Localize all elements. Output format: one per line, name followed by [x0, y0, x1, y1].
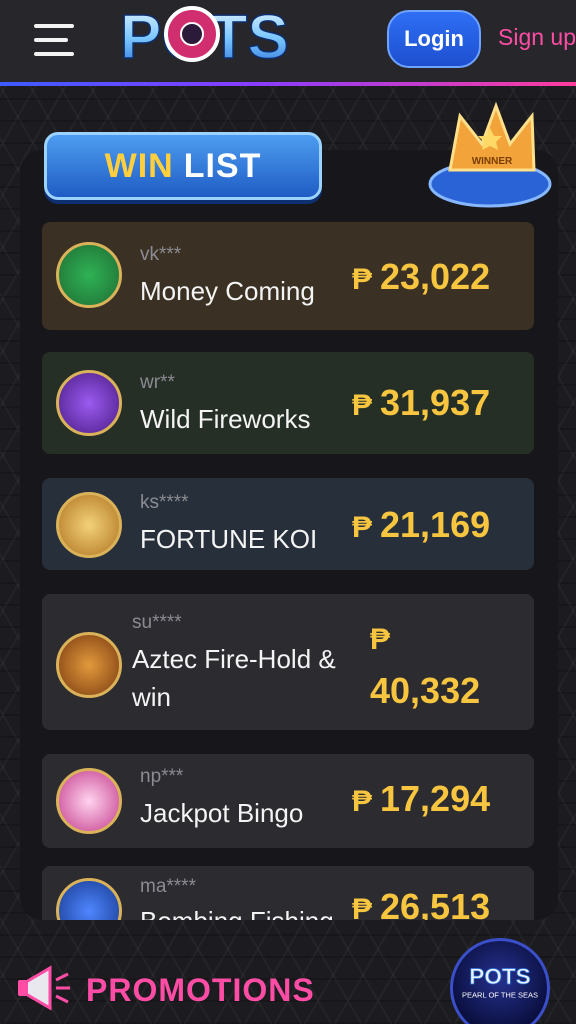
win-amount: ₱ 23,022 [352, 256, 490, 298]
game-name-line-2: win [132, 682, 172, 712]
svg-text:WINNER: WINNER [472, 156, 513, 167]
game-name-line-1: Aztec Fire-Hold & [132, 644, 336, 674]
win-list-item[interactable]: ks**** FORTUNE KOI ₱ 21,169 [42, 478, 534, 570]
signup-link[interactable]: Sign up [498, 24, 576, 51]
winner-username: vk*** [140, 244, 182, 265]
svg-text:POTS: POTS [469, 964, 530, 989]
win-amount: ₱ 17,294 [352, 778, 490, 820]
winner-username: np*** [140, 766, 184, 787]
peso-icon: ₱ [352, 511, 373, 544]
game-name: Bombing Fishing [140, 906, 334, 920]
win-list-item[interactable]: vk*** Money Coming ₱ 23,022 [42, 222, 534, 330]
win-list-clip: ma**** Bombing Fishing ₱ 26,513 [42, 866, 534, 920]
win-list-title: WIN LIST [44, 132, 322, 200]
megaphone-icon[interactable] [16, 962, 74, 1016]
winner-crown-icon: WINNER [428, 101, 552, 208]
win-amount: ₱ 31,937 [352, 382, 490, 424]
winner-username: ks**** [140, 492, 189, 513]
peso-icon: ₱ [352, 893, 373, 920]
peso-icon: ₱ [370, 623, 391, 656]
pots-logo[interactable]: POTS [118, 0, 328, 70]
money-coming-game-icon [56, 242, 122, 308]
peso-icon: ₱ [352, 785, 373, 818]
winner-username: ma**** [140, 876, 196, 897]
win-amount-currency: ₱ [370, 616, 398, 658]
footer-bar: PROMOTIONS POTS PEARL OF THE SEAS [0, 924, 576, 1024]
promotions-link[interactable]: PROMOTIONS [86, 972, 315, 1009]
peso-icon: ₱ [352, 263, 373, 296]
hamburger-menu-icon[interactable] [34, 24, 74, 56]
bombing-fishing-game-icon [56, 878, 122, 920]
win-amount-value: 23,022 [380, 256, 491, 297]
win-list-item[interactable]: np*** Jackpot Bingo ₱ 17,294 [42, 754, 534, 848]
win-amount-value: 40,332 [370, 670, 481, 711]
fortune-koi-game-icon [56, 492, 122, 558]
win-amount-value: 26,513 [380, 886, 491, 920]
game-name: Jackpot Bingo [140, 798, 304, 828]
winner-username: su**** [132, 612, 182, 633]
top-header: POTS Login Sign up [0, 0, 576, 86]
win-amount: ₱ 26,513 [352, 886, 490, 920]
jackpot-bingo-game-icon [56, 768, 122, 834]
pearl-of-the-seas-badge[interactable]: POTS PEARL OF THE SEAS [450, 938, 550, 1024]
login-button[interactable]: Login [387, 10, 481, 68]
win-list-item[interactable]: wr** Wild Fireworks ₱ 31,937 [42, 352, 534, 454]
aztec-fire-game-icon [56, 632, 122, 698]
game-name: Money Coming [140, 276, 315, 306]
svg-text:PEARL OF THE SEAS: PEARL OF THE SEAS [462, 990, 538, 999]
winner-username: wr** [140, 372, 175, 393]
peso-icon: ₱ [352, 389, 373, 422]
win-list-item[interactable]: ma**** Bombing Fishing ₱ 26,513 [42, 866, 534, 920]
win-amount-value: 17,294 [380, 778, 491, 819]
win-amount: ₱ 21,169 [352, 504, 490, 546]
win-list-title-list: LIST [183, 146, 262, 185]
wild-fireworks-game-icon [56, 370, 122, 436]
win-amount-value: 21,169 [380, 504, 491, 545]
win-list-title-win: WIN [104, 146, 174, 185]
win-amount: 40,332 [370, 670, 480, 712]
game-name: FORTUNE KOI [140, 524, 318, 554]
win-list-item[interactable]: su**** Aztec Fire-Hold & win ₱ 40,332 [42, 594, 534, 730]
win-amount-value: 31,937 [380, 382, 491, 423]
game-name: Wild Fireworks [140, 404, 311, 434]
